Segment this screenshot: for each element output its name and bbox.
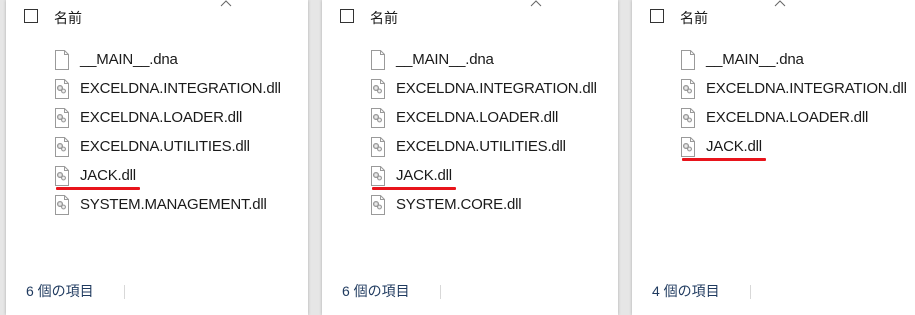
file-list: __MAIN__.dna EXCELDNA.INTEGRATION.dll EXCE… [322,45,618,219]
status-bar-divider [124,285,125,299]
file-name: __MAIN__.dna [396,51,494,68]
file-icon [680,50,696,70]
file-name: SYSTEM.CORE.dll [396,196,522,213]
item-count-status: 4 個の項目 [652,283,720,299]
file-name: JACK.dll [706,138,762,155]
file-row[interactable]: EXCELDNA.UTILITIES.dll [6,132,308,161]
file-name: JACK.dll [396,167,452,184]
highlight-underline [682,158,766,161]
file-row[interactable]: EXCELDNA.LOADER.dll [632,103,915,132]
file-name: SYSTEM.MANAGEMENT.dll [80,196,267,213]
dll-file-icon [370,166,386,186]
file-list: __MAIN__.dna EXCELDNA.INTEGRATION.dll EXCE… [6,45,308,219]
name-column-header[interactable]: 名前 [680,8,708,28]
file-name: EXCELDNA.INTEGRATION.dll [396,80,597,97]
file-row[interactable]: EXCELDNA.INTEGRATION.dll [632,74,915,103]
select-all-checkbox[interactable] [340,9,354,23]
file-name: EXCELDNA.INTEGRATION.dll [706,80,907,97]
file-name: EXCELDNA.INTEGRATION.dll [80,80,281,97]
status-bar-divider [440,285,441,299]
dll-file-icon [54,79,70,99]
file-row[interactable]: JACK.dll [322,161,618,190]
file-row[interactable]: __MAIN__.dna [322,45,618,74]
file-row[interactable]: EXCELDNA.INTEGRATION.dll [322,74,618,103]
file-row[interactable]: SYSTEM.MANAGEMENT.dll [6,190,308,219]
column-header-row: 名前 [322,0,618,30]
dll-file-icon [54,195,70,215]
file-row[interactable]: SYSTEM.CORE.dll [322,190,618,219]
select-all-checkbox[interactable] [650,9,664,23]
dll-file-icon [680,79,696,99]
file-name: EXCELDNA.LOADER.dll [80,109,243,126]
file-icon [370,50,386,70]
file-row[interactable]: EXCELDNA.LOADER.dll [322,103,618,132]
dll-file-icon [54,166,70,186]
status-bar-divider [750,285,751,299]
dll-file-icon [54,108,70,128]
dll-file-icon [54,137,70,157]
name-column-header[interactable]: 名前 [54,8,82,28]
sort-ascending-icon [530,0,542,8]
file-name: __MAIN__.dna [80,51,178,68]
dll-file-icon [370,108,386,128]
file-name: __MAIN__.dna [706,51,804,68]
column-header-row: 名前 [6,0,308,30]
dll-file-icon [370,137,386,157]
dll-file-icon [680,108,696,128]
file-row[interactable]: JACK.dll [6,161,308,190]
name-column-header[interactable]: 名前 [370,8,398,28]
explorer-panel-1: 名前 __MAIN__.dna EXCELDNA.INTEGRATION.dll EX… [6,0,308,315]
file-name: EXCELDNA.LOADER.dll [396,109,559,126]
file-name: EXCELDNA.LOADER.dll [706,109,869,126]
select-all-checkbox[interactable] [24,9,38,23]
dll-file-icon [370,79,386,99]
explorer-panel-3: 名前 __MAIN__.dna EXCELDNA.INTEGRATION.dll EX… [632,0,915,315]
item-count-status: 6 個の項目 [26,283,94,299]
sort-ascending-icon [774,0,786,8]
explorer-panel-2: 名前 __MAIN__.dna EXCELDNA.INTEGRATION.dll EX… [322,0,618,315]
file-row[interactable]: EXCELDNA.UTILITIES.dll [322,132,618,161]
file-row[interactable]: EXCELDNA.LOADER.dll [6,103,308,132]
file-row[interactable]: __MAIN__.dna [632,45,915,74]
file-name: JACK.dll [80,167,136,184]
file-row[interactable]: __MAIN__.dna [6,45,308,74]
file-row[interactable]: EXCELDNA.INTEGRATION.dll [6,74,308,103]
file-row[interactable]: JACK.dll [632,132,915,161]
column-header-row: 名前 [632,0,915,30]
file-list: __MAIN__.dna EXCELDNA.INTEGRATION.dll EXCE… [632,45,915,161]
dll-file-icon [370,195,386,215]
item-count-status: 6 個の項目 [342,283,410,299]
file-name: EXCELDNA.UTILITIES.dll [80,138,250,155]
dll-file-icon [680,137,696,157]
file-icon [54,50,70,70]
file-name: EXCELDNA.UTILITIES.dll [396,138,566,155]
sort-ascending-icon [220,0,232,8]
